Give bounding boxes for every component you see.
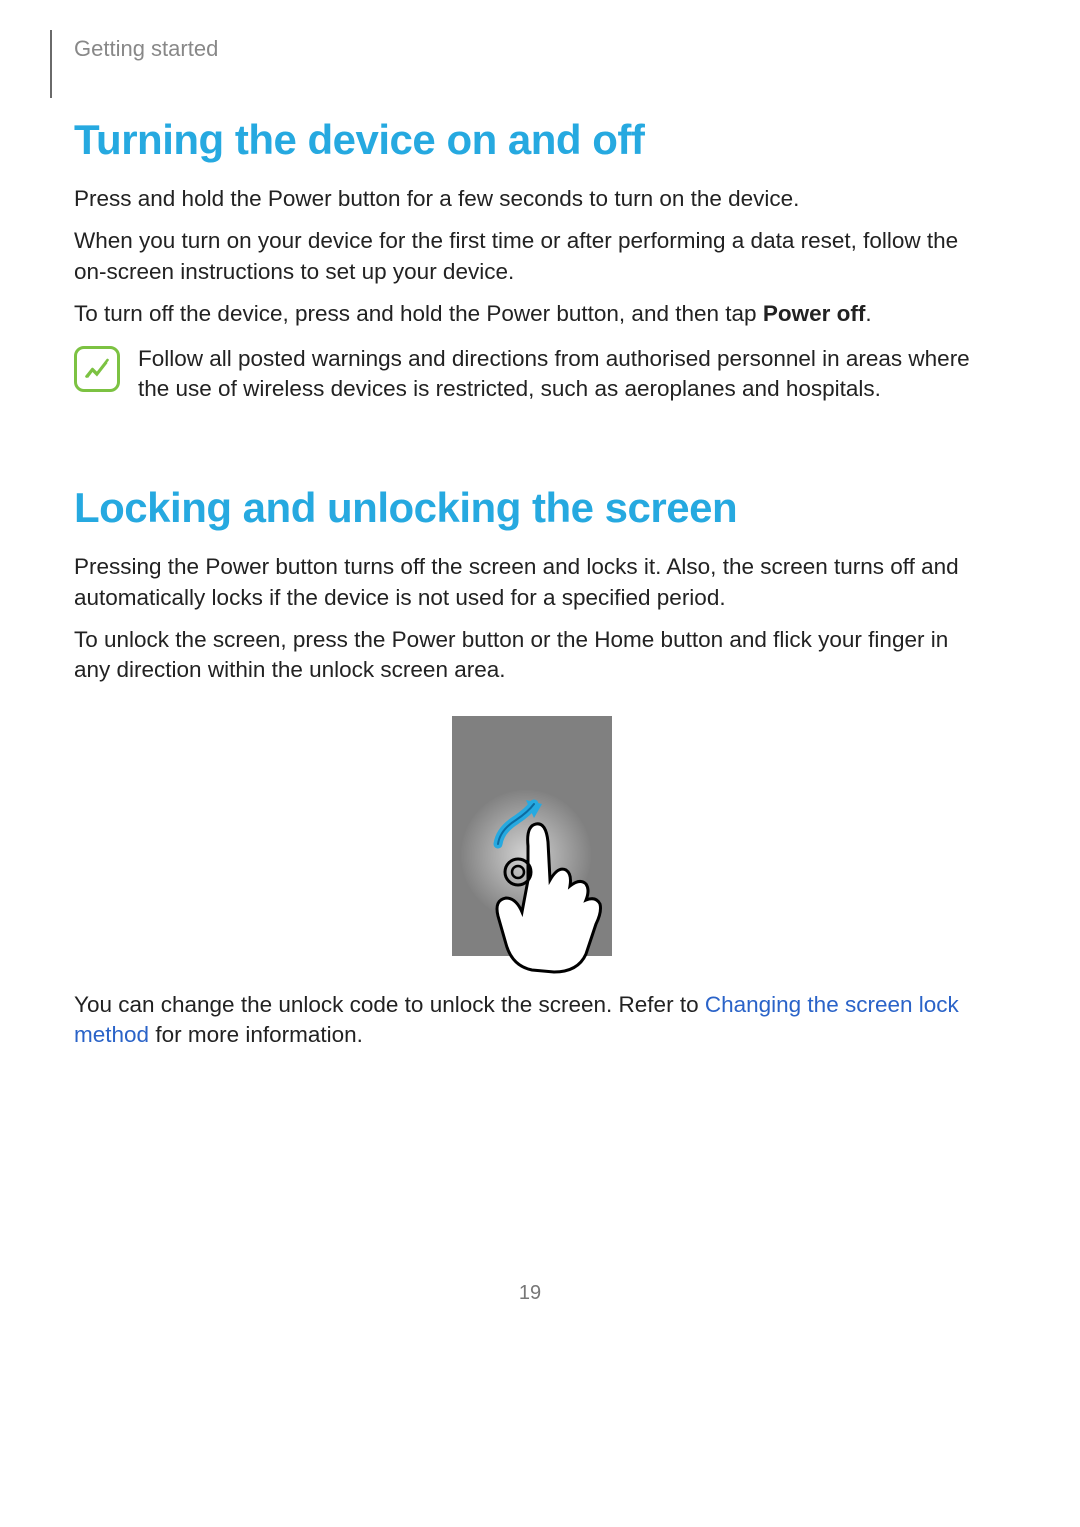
text: To turn off the device, press and hold t… — [74, 301, 763, 326]
note-block: Follow all posted warnings and direction… — [74, 344, 990, 405]
paragraph: To turn off the device, press and hold t… — [74, 299, 990, 329]
note-icon — [74, 346, 120, 392]
page-number: 19 — [50, 1282, 1010, 1305]
text-bold: Power off — [763, 301, 866, 326]
note-text: Follow all posted warnings and direction… — [138, 344, 990, 405]
paragraph: To unlock the screen, press the Power bu… — [74, 625, 990, 686]
paragraph: Pressing the Power button turns off the … — [74, 552, 990, 613]
hand-gesture-icon — [488, 806, 618, 976]
text: . — [865, 301, 871, 326]
heading-turning-device-on-off: Turning the device on and off — [74, 116, 990, 164]
header-rule — [50, 30, 52, 98]
device-screen-illustration — [452, 716, 612, 956]
paragraph: When you turn on your device for the fir… — [74, 226, 990, 287]
page-content: Turning the device on and off Press and … — [74, 116, 990, 1051]
text: You can change the unlock code to unlock… — [74, 992, 705, 1017]
breadcrumb: Getting started — [74, 30, 1010, 62]
paragraph: Press and hold the Power button for a fe… — [74, 184, 990, 214]
figure-unlock-gesture — [74, 716, 990, 956]
heading-locking-unlocking: Locking and unlocking the screen — [74, 484, 990, 532]
paragraph: You can change the unlock code to unlock… — [74, 990, 990, 1051]
text: for more information. — [149, 1022, 363, 1047]
